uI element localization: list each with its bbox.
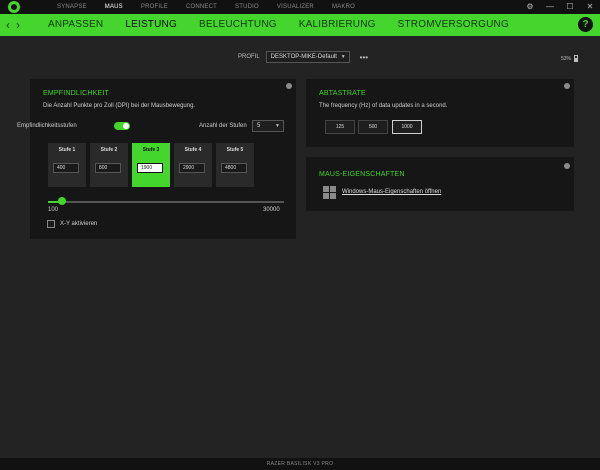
stage-label: Stufe 5: [226, 147, 244, 153]
dpi-stage-5[interactable]: Stufe 5 4800: [216, 143, 254, 187]
sensitivity-stages-toggle[interactable]: [114, 122, 130, 130]
stage-label: Stufe 1: [58, 147, 76, 153]
dpi-stage-4[interactable]: Stufe 4 2900: [174, 143, 212, 187]
topnav-connect[interactable]: CONNECT: [177, 0, 226, 14]
polling-description: The frequency (Hz) of data updates in a …: [319, 103, 448, 109]
tab-kalibrierung[interactable]: KALIBRIERUNG: [299, 14, 398, 36]
xy-label: X-Y aktivieren: [60, 221, 98, 227]
sensitivity-stages-label: Empfindlichkeitsstufen: [17, 123, 77, 129]
xy-checkbox[interactable]: [47, 220, 55, 228]
sensitivity-title: EMPFINDLICHKEIT: [43, 90, 110, 97]
dpi-stage-1[interactable]: Stufe 1 400: [48, 143, 86, 187]
stages-count-value: 5: [257, 123, 261, 129]
polling-option-1000[interactable]: 1000: [392, 120, 422, 134]
polling-option-500[interactable]: 500: [358, 120, 388, 134]
stage-label: Stufe 4: [184, 147, 202, 153]
mouse-properties-title: MAUS-EIGENSCHAFTEN: [319, 171, 405, 178]
top-nav: SYNAPSE MAUS PROFILE CONNECT STUDIO VISU…: [48, 0, 364, 14]
stages-count-label: Anzahl der Stufen: [199, 123, 247, 129]
title-bar: SYNAPSE MAUS PROFILE CONNECT STUDIO VISU…: [0, 0, 600, 14]
tab-anpassen[interactable]: ANPASSEN: [48, 14, 125, 36]
polling-title: ABTASTRATE: [319, 90, 366, 97]
chevron-down-icon: ▼: [340, 54, 346, 60]
info-icon[interactable]: [564, 163, 570, 169]
device-name: RAZER BASILISK V3 PRO: [266, 461, 334, 467]
battery-status: 53%: [561, 55, 578, 62]
tab-beleuchtung[interactable]: BELEUCHTUNG: [199, 14, 299, 36]
profile-value: DESKTOP-MIKE-Default: [270, 54, 337, 60]
profile-row: PROFIL DESKTOP-MIKE-Default ▼ •••: [238, 51, 368, 63]
history-arrows: ‹ ›: [6, 14, 20, 36]
topnav-visualizer[interactable]: VISUALIZER: [268, 0, 323, 14]
info-icon[interactable]: [286, 83, 292, 89]
stage-dpi-input[interactable]: 800: [95, 163, 121, 173]
dpi-slider-min: 100: [48, 207, 59, 213]
topnav-profile[interactable]: PROFILE: [132, 0, 177, 14]
profile-label: PROFIL: [238, 54, 260, 60]
stage-dpi-input[interactable]: 2900: [179, 163, 205, 173]
battery-percent: 53%: [560, 55, 571, 62]
topnav-synapse[interactable]: SYNAPSE: [48, 0, 96, 14]
windows-mouse-properties-link[interactable]: Windows-Maus-Eigenschaften öffnen: [342, 189, 441, 195]
minimize-button[interactable]: —: [540, 0, 560, 14]
stage-label: Stufe 3: [142, 147, 160, 153]
dpi-slider-track[interactable]: [48, 201, 284, 203]
battery-icon: [574, 55, 578, 62]
stage-dpi-input[interactable]: 4800: [221, 163, 247, 173]
stage-dpi-input[interactable]: 400: [53, 163, 79, 173]
dpi-slider-max: 30000: [263, 207, 280, 213]
chevron-down-icon: ▼: [275, 123, 280, 129]
sub-nav: ANPASSEN LEISTUNG BELEUCHTUNG KALIBRIERU…: [48, 14, 531, 36]
dpi-stage-3[interactable]: Stufe 3 1900: [132, 143, 170, 187]
profile-select[interactable]: DESKTOP-MIKE-Default ▼: [265, 51, 350, 63]
tab-stromversorgung[interactable]: STROMVERSORGUNG: [398, 14, 531, 36]
close-button[interactable]: ✕: [580, 0, 600, 14]
info-icon[interactable]: [564, 83, 570, 89]
topnav-studio[interactable]: STUDIO: [226, 0, 268, 14]
dpi-stage-2[interactable]: Stufe 2 800: [90, 143, 128, 187]
tab-leistung[interactable]: LEISTUNG: [125, 14, 199, 36]
polling-rate-panel: ABTASTRATE The frequency (Hz) of data up…: [306, 79, 574, 147]
sub-nav-bar: ‹ › ANPASSEN LEISTUNG BELEUCHTUNG KALIBR…: [0, 14, 600, 36]
sensitivity-description: Die Anzahl Punkte pro Zoll (DPI) bei der…: [43, 103, 196, 109]
polling-option-125[interactable]: 125: [325, 120, 355, 134]
windows-logo-icon: [323, 186, 336, 199]
stage-label: Stufe 2: [100, 147, 118, 153]
maximize-button[interactable]: ☐: [560, 0, 580, 14]
more-options-icon[interactable]: •••: [360, 53, 368, 62]
forward-arrow-icon[interactable]: ›: [16, 14, 20, 36]
device-footer: RAZER BASILISK V3 PRO: [0, 458, 600, 470]
razer-logo-icon[interactable]: [8, 1, 20, 13]
window-controls: ⚙ — ☐ ✕: [520, 0, 600, 14]
settings-gear-icon[interactable]: ⚙: [520, 0, 540, 14]
topnav-maus[interactable]: MAUS: [96, 0, 132, 14]
back-arrow-icon[interactable]: ‹: [6, 14, 10, 36]
mouse-properties-panel: MAUS-EIGENSCHAFTEN: [306, 157, 574, 211]
stages-count-select[interactable]: 5 ▼: [252, 120, 284, 132]
stage-dpi-input[interactable]: 1900: [137, 163, 163, 173]
help-icon[interactable]: ?: [578, 17, 593, 32]
topnav-makro[interactable]: MAKRO: [323, 0, 364, 14]
